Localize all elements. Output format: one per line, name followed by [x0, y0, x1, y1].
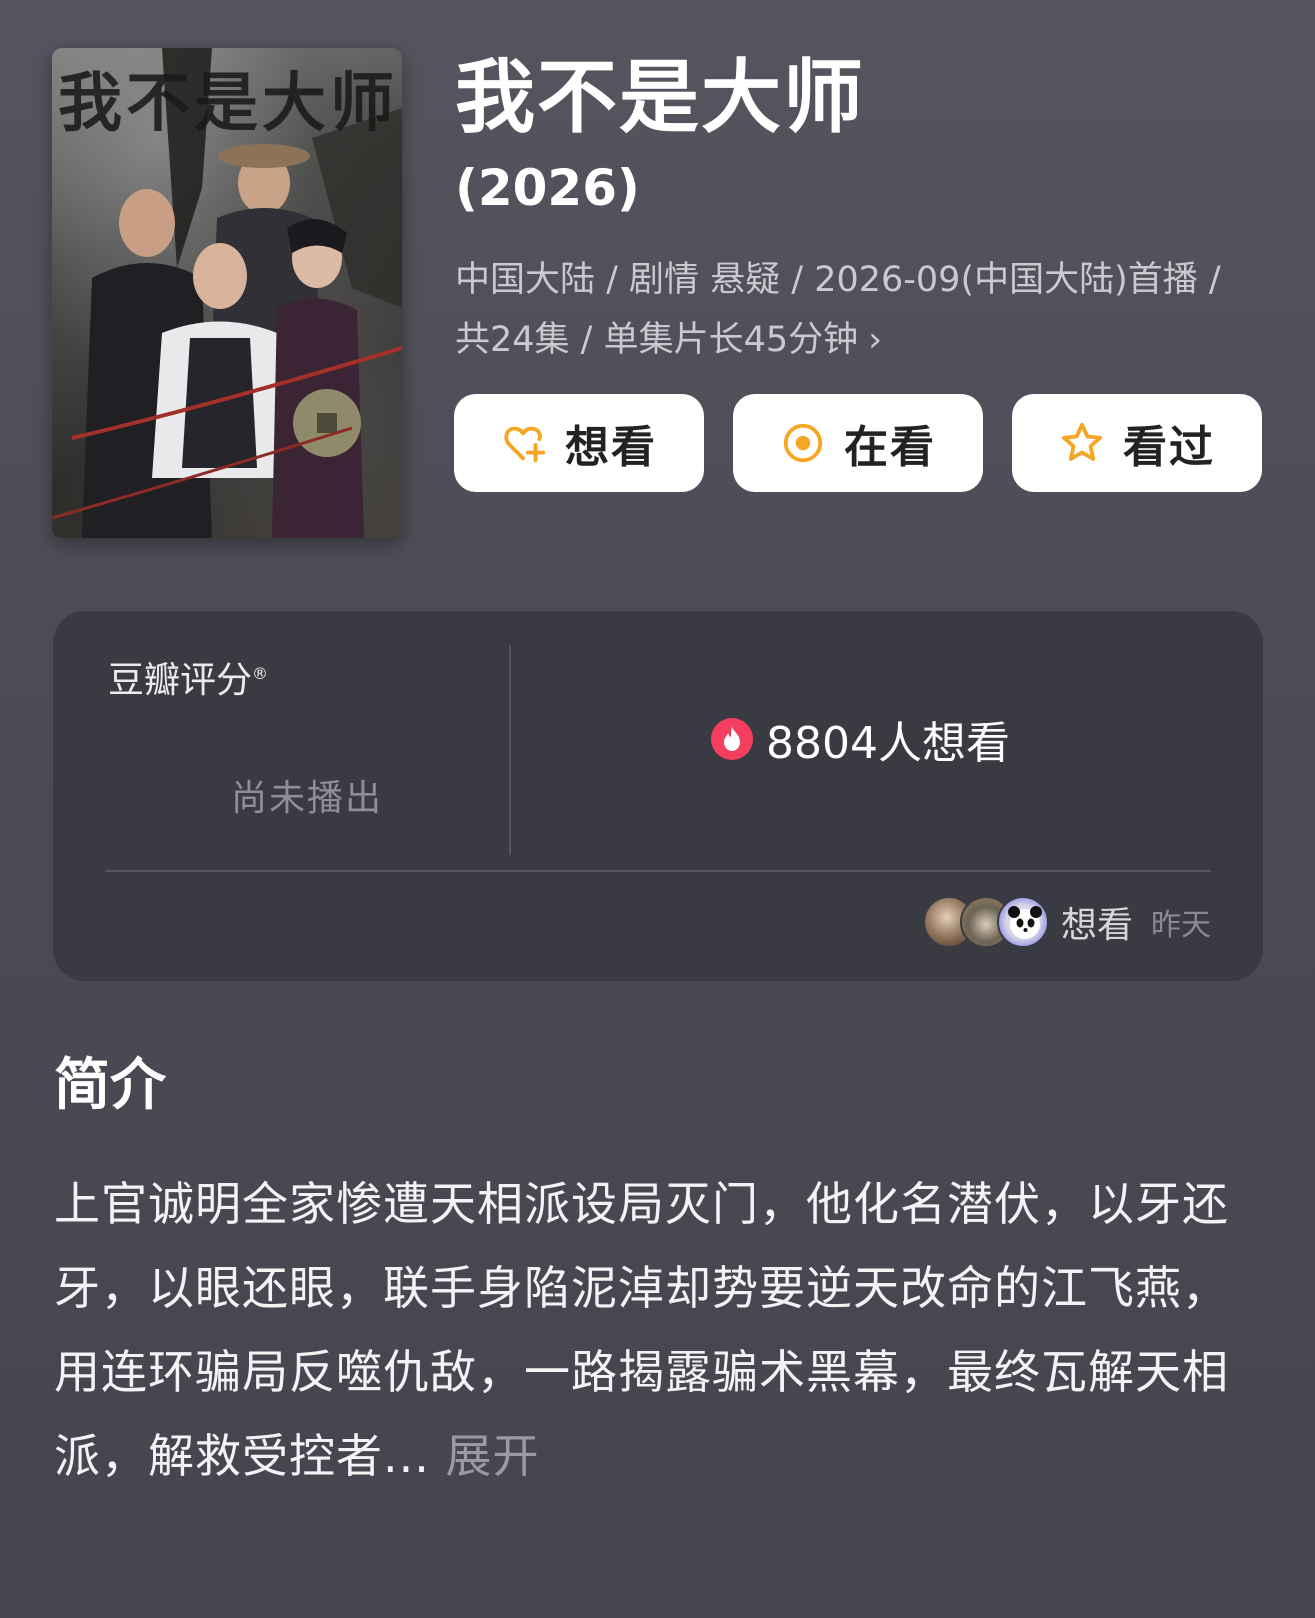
watching-button[interactable]: 在看: [733, 394, 983, 492]
meta-info-link[interactable]: 中国大陆 / 剧情 悬疑 / 2026-09(中国大陆)首播 / 共24集 / …: [455, 250, 1245, 370]
fire-icon: [711, 718, 753, 760]
friend-activity[interactable]: 想看 昨天: [922, 896, 1211, 948]
avatar-group: [922, 896, 1049, 948]
heart-plus-icon: [504, 426, 546, 463]
watching-label: 在看: [844, 422, 936, 473]
poster-image[interactable]: 我不是大师: [52, 48, 402, 538]
watched-button[interactable]: 看过: [1012, 394, 1262, 492]
rating-card: 豆瓣评分® 尚未播出 8804人想看 想看 昨天: [53, 611, 1263, 981]
registered-mark: ®: [252, 664, 269, 683]
poster-title: 我不是大师: [58, 66, 398, 141]
avatar: [996, 896, 1049, 948]
circle-dot-icon: [783, 423, 823, 463]
expand-button[interactable]: 展开: [446, 1429, 540, 1483]
wish-count-link[interactable]: 8804人想看: [710, 707, 1010, 771]
panda-avatar-icon: [1007, 906, 1042, 939]
chevron-right-icon: ›: [868, 320, 883, 360]
synopsis-body: 上官诚明全家惨遭天相派设局灭门，他化名潜伏，以牙还牙，以眼还眼，联手身陷泥淖却势…: [54, 1162, 1244, 1498]
activity-time: 昨天: [1151, 908, 1211, 943]
activity-action: 想看: [1060, 905, 1133, 946]
page-title: 我不是大师: [455, 51, 865, 144]
want-to-watch-button[interactable]: 想看: [454, 394, 704, 492]
want-to-watch-label: 想看: [565, 422, 657, 473]
star-icon: [1062, 422, 1102, 461]
rating-status: 尚未播出: [231, 778, 384, 819]
horizontal-divider: [105, 870, 1211, 872]
synopsis-title: 简介: [54, 1053, 166, 1118]
douban-rating-label[interactable]: 豆瓣评分®: [108, 651, 268, 703]
vertical-divider: [509, 645, 511, 855]
meta-info-text: 中国大陆 / 剧情 悬疑 / 2026-09(中国大陆)首播 / 共24集 / …: [455, 260, 1221, 360]
douban-rating-text: 豆瓣评分: [108, 660, 253, 701]
wish-count-text: 8804人想看: [766, 718, 1010, 769]
synopsis-text: 上官诚明全家惨遭天相派设局灭门，他化名潜伏，以牙还牙，以眼还眼，联手身陷泥淖却势…: [54, 1177, 1229, 1483]
release-year: (2026): [455, 159, 640, 217]
watched-label: 看过: [1123, 422, 1215, 473]
